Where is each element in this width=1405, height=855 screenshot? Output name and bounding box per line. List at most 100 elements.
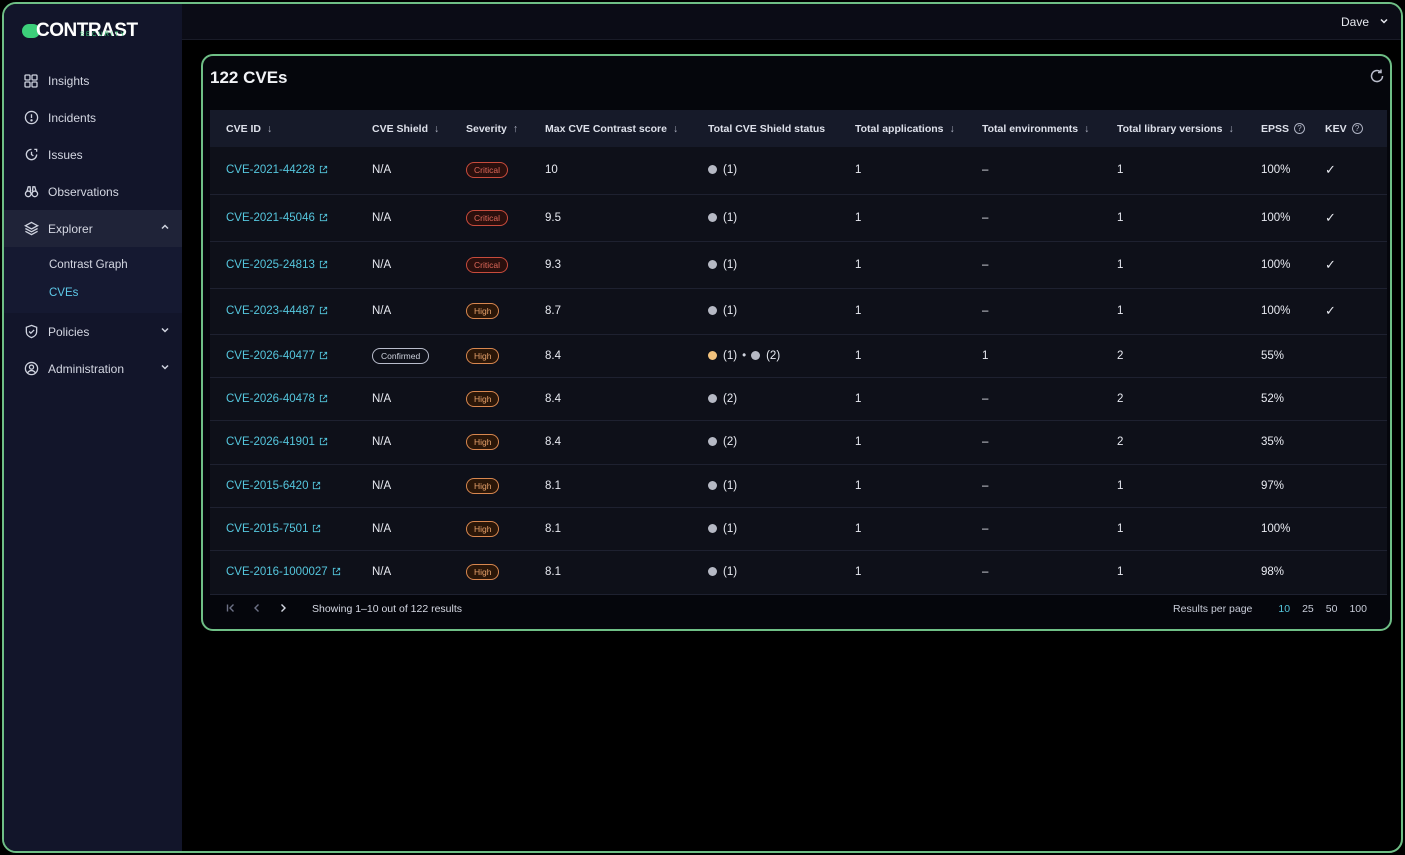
- envs-value: –: [982, 305, 989, 317]
- table-row[interactable]: CVE-2026-40477 Confirmed High 8.4 (1) • (2…: [210, 334, 1387, 377]
- cve-link[interactable]: CVE-2021-44228: [226, 164, 315, 176]
- cell-kev: [1309, 334, 1387, 377]
- cell-epss: 100%: [1245, 194, 1309, 241]
- sidebar-item-administration[interactable]: Administration: [4, 350, 182, 387]
- external-link-icon[interactable]: [312, 481, 321, 490]
- user-menu[interactable]: Dave: [1341, 15, 1389, 29]
- epss-value: 100%: [1261, 522, 1291, 535]
- table-row[interactable]: CVE-2015-6420 N/A High 8.1 (1) 1 – 1 97%: [210, 464, 1387, 507]
- cell-total-library-versions: 1: [1101, 241, 1245, 288]
- cve-link[interactable]: CVE-2026-40478: [226, 393, 315, 405]
- help-icon[interactable]: ?: [1351, 123, 1363, 135]
- external-link-icon[interactable]: [319, 306, 328, 315]
- cve-link[interactable]: CVE-2023-44487: [226, 305, 315, 317]
- external-link-icon[interactable]: [319, 213, 328, 222]
- envs-value: –: [982, 522, 989, 535]
- table-row[interactable]: CVE-2026-41901 N/A High 8.4 (2) 1 – 2 35…: [210, 420, 1387, 464]
- col-epss[interactable]: EPSS?: [1245, 110, 1309, 147]
- brand-logo[interactable]: CONTRAST: [22, 16, 138, 46]
- external-link-icon[interactable]: [312, 524, 321, 533]
- status-dot-grey: [708, 259, 717, 269]
- score-value: 8.1: [545, 479, 561, 492]
- sidebar-item-issues[interactable]: Issues: [4, 136, 182, 173]
- status-count: (1): [723, 211, 738, 224]
- apps-value: 1: [855, 436, 862, 448]
- arrow-down-icon: ↓: [949, 122, 955, 135]
- sidebar-item-explorer[interactable]: Explorer: [4, 210, 182, 247]
- prev-page-icon[interactable]: [252, 602, 262, 616]
- sidebar-item-contrast-graph[interactable]: Contrast Graph: [4, 251, 182, 279]
- page-title: 122 CVEs: [210, 68, 288, 87]
- envs-value: –: [982, 436, 989, 448]
- severity-badge: Critical: [466, 162, 508, 179]
- table-row[interactable]: CVE-2016-1000027 N/A High 8.1 (1) 1 – 1 …: [210, 550, 1387, 594]
- shield-value: N/A: [372, 566, 392, 578]
- refresh-icon[interactable]: [1369, 68, 1385, 84]
- col-total-applications[interactable]: Total applications ↓: [839, 110, 966, 147]
- cell-epss: 35%: [1245, 420, 1309, 464]
- external-link-icon[interactable]: [332, 567, 341, 576]
- sidebar-item-policies[interactable]: Policies: [4, 313, 182, 350]
- sidebar-item-cves[interactable]: CVEs: [4, 279, 182, 307]
- col-severity[interactable]: Severity ↑: [450, 110, 529, 147]
- external-link-icon[interactable]: [319, 260, 328, 269]
- cve-link[interactable]: CVE-2015-6420: [226, 480, 308, 492]
- cell-severity: High: [450, 507, 529, 550]
- table-row[interactable]: CVE-2015-7501 N/A High 8.1 (1) 1 – 1 100…: [210, 507, 1387, 550]
- cell-shield-status: (1): [692, 194, 839, 241]
- rpp-option-25[interactable]: 25: [1302, 603, 1314, 615]
- cell-max-score: 9.5: [529, 194, 692, 241]
- external-link-icon[interactable]: [319, 394, 328, 403]
- col-kev[interactable]: KEV?: [1309, 110, 1387, 147]
- apps-value: 1: [855, 566, 862, 578]
- apps-value: 1: [855, 211, 862, 224]
- score-value: 9.3: [545, 258, 561, 271]
- cve-link[interactable]: CVE-2021-45046: [226, 212, 315, 224]
- cve-link[interactable]: CVE-2026-41901: [226, 436, 315, 448]
- col-cve-id[interactable]: CVE ID ↓: [210, 110, 356, 147]
- cve-link[interactable]: CVE-2026-40477: [226, 350, 315, 362]
- external-link-icon[interactable]: [319, 351, 328, 360]
- cell-total-applications: 1: [839, 147, 966, 194]
- next-page-icon[interactable]: [278, 602, 288, 616]
- epss-value: 35%: [1261, 436, 1285, 448]
- cell-total-environments: –: [966, 420, 1101, 464]
- cell-shield-status: (1) • (2): [692, 334, 839, 377]
- cve-link[interactable]: CVE-2015-7501: [226, 523, 308, 535]
- col-total-environments[interactable]: Total environments ↓: [966, 110, 1101, 147]
- severity-badge: High: [466, 477, 500, 494]
- shield-value: N/A: [372, 258, 392, 271]
- col-max-score[interactable]: Max CVE Contrast score ↓: [529, 110, 692, 147]
- cell-cve-id: CVE-2016-1000027: [210, 550, 356, 594]
- table-row[interactable]: CVE-2021-45046 N/A Critical 9.5 (1) 1 – …: [210, 194, 1387, 241]
- arrow-up-icon: ↑: [512, 122, 519, 135]
- envs-value: –: [982, 258, 989, 271]
- binoculars-icon: [23, 184, 39, 200]
- table-row[interactable]: CVE-2021-44228 N/A Critical 10 (1) 1 – 1…: [210, 147, 1387, 194]
- sidebar-item-label: Administration: [48, 361, 125, 376]
- user-circle-icon: [23, 361, 39, 377]
- rpp-option-50[interactable]: 50: [1326, 603, 1338, 615]
- sidebar-item-incidents[interactable]: Incidents: [4, 99, 182, 136]
- epss-value: 97%: [1261, 479, 1285, 492]
- cell-cve-shield: N/A: [356, 550, 450, 594]
- sidebar-item-observations[interactable]: Observations: [4, 173, 182, 210]
- table-row[interactable]: CVE-2026-40478 N/A High 8.4 (2) 1 – 2 52…: [210, 377, 1387, 420]
- external-link-icon[interactable]: [319, 437, 328, 446]
- external-link-icon[interactable]: [319, 165, 328, 174]
- col-total-library-versions[interactable]: Total library versions ↓: [1101, 110, 1245, 147]
- rpp-option-10[interactable]: 10: [1278, 603, 1290, 615]
- col-shield-status[interactable]: Total CVE Shield status: [692, 110, 839, 147]
- rpp-option-100[interactable]: 100: [1349, 603, 1367, 615]
- cell-severity: High: [450, 464, 529, 507]
- cell-cve-id: CVE-2026-41901: [210, 420, 356, 464]
- table-row[interactable]: CVE-2025-24813 N/A Critical 9.3 (1) 1 – …: [210, 241, 1387, 288]
- sidebar-item-insights[interactable]: Insights: [4, 62, 182, 99]
- status-count: (1): [723, 349, 738, 362]
- table-row[interactable]: CVE-2023-44487 N/A High 8.7 (1) 1 – 1 10…: [210, 288, 1387, 334]
- cve-link[interactable]: CVE-2025-24813: [226, 259, 315, 271]
- help-icon[interactable]: ?: [1294, 123, 1306, 135]
- cve-link[interactable]: CVE-2016-1000027: [226, 566, 328, 578]
- first-page-icon[interactable]: [226, 602, 236, 616]
- col-cve-shield[interactable]: CVE Shield ↓: [356, 110, 450, 147]
